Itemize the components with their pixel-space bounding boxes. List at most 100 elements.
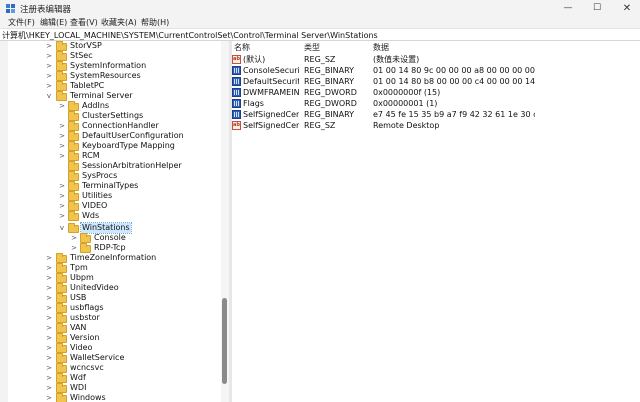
chevron-down-icon[interactable]: v bbox=[58, 223, 66, 233]
chevron-right-icon[interactable]: > bbox=[70, 243, 78, 253]
tree-item-systemresources[interactable]: > SystemResources bbox=[8, 71, 221, 81]
tree-item-windows[interactable]: > Windows bbox=[8, 393, 221, 402]
chevron-right-icon[interactable]: > bbox=[58, 201, 66, 211]
chevron-right-icon[interactable]: > bbox=[45, 61, 53, 71]
tree-item-video[interactable]: > Video bbox=[8, 343, 221, 353]
value-row[interactable]: ab SelfSignedCert... REG_SZ Remote Deskt… bbox=[232, 120, 640, 131]
maximize-button[interactable]: ☐ bbox=[582, 0, 612, 17]
tree-item-connectionhandler[interactable]: > ConnectionHandler bbox=[8, 121, 221, 131]
menu-file[interactable]: 文件(F) bbox=[8, 17, 35, 28]
tree-item-label[interactable]: USB bbox=[69, 293, 87, 303]
menu-help[interactable]: 帮助(H) bbox=[141, 17, 169, 28]
tree-item-tpm[interactable]: > Tpm bbox=[8, 263, 221, 273]
tree-item-label[interactable]: Ubpm bbox=[69, 273, 95, 283]
tree-item-label[interactable]: TerminalTypes bbox=[81, 181, 139, 191]
tree-item-label[interactable]: wcncsvc bbox=[69, 363, 105, 373]
tree-item-label[interactable]: Video bbox=[69, 343, 93, 353]
tree-item-label[interactable]: WalletService bbox=[69, 353, 125, 363]
chevron-right-icon[interactable]: > bbox=[58, 181, 66, 191]
tree-item-label[interactable]: KeyboardType Mapping bbox=[81, 141, 176, 151]
chevron-right-icon[interactable]: > bbox=[45, 383, 53, 393]
tree-item-wdf[interactable]: > Wdf bbox=[8, 373, 221, 383]
tree-item-timezoneinformation[interactable]: > TimeZoneInformation bbox=[8, 253, 221, 263]
tree-item-stsec[interactable]: > StSec bbox=[8, 51, 221, 61]
chevron-down-icon[interactable]: v bbox=[45, 91, 53, 101]
tree-item-tabletpc[interactable]: > TabletPC bbox=[8, 81, 221, 91]
tree-item-label[interactable]: StSec bbox=[69, 51, 94, 61]
tree-item-terminal-server[interactable]: v Terminal Server bbox=[8, 91, 221, 101]
chevron-right-icon[interactable]: > bbox=[45, 353, 53, 363]
chevron-right-icon[interactable]: > bbox=[45, 253, 53, 263]
tree-item-label[interactable]: Terminal Server bbox=[69, 91, 134, 101]
chevron-right-icon[interactable]: > bbox=[45, 363, 53, 373]
tree-item-wcncsvc[interactable]: > wcncsvc bbox=[8, 363, 221, 373]
chevron-right-icon[interactable]: > bbox=[45, 373, 53, 383]
value-row[interactable]: ConsoleSecurity REG_BINARY 01 00 14 80 9… bbox=[232, 65, 640, 76]
values-list[interactable]: 名称 类型 数据 ab (默认) REG_SZ (数值未设置) ConsoleS… bbox=[232, 41, 640, 402]
address-bar[interactable]: 计算机\HKEY_LOCAL_MACHINE\SYSTEM\CurrentCon… bbox=[0, 28, 640, 41]
tree-item-label[interactable]: WDI bbox=[69, 383, 87, 393]
chevron-right-icon[interactable]: > bbox=[45, 303, 53, 313]
tree-item-defaultuserconfiguration[interactable]: > DefaultUserConfiguration bbox=[8, 131, 221, 141]
chevron-right-icon[interactable]: > bbox=[45, 313, 53, 323]
tree-item-label[interactable]: WinStations bbox=[80, 222, 132, 234]
chevron-right-icon[interactable]: > bbox=[58, 191, 66, 201]
tree-item-sessionarbitrationhelper[interactable]: SessionArbitrationHelper bbox=[8, 161, 221, 171]
tree-item-label[interactable]: SystemInformation bbox=[69, 61, 147, 71]
tree-item-label[interactable]: StorVSP bbox=[69, 41, 103, 51]
tree-item-addins[interactable]: > AddIns bbox=[8, 101, 221, 111]
tree-item-label[interactable]: VAN bbox=[69, 323, 87, 333]
tree-item-unitedvideo[interactable]: > UnitedVideo bbox=[8, 283, 221, 293]
chevron-right-icon[interactable]: > bbox=[58, 121, 66, 131]
tree-scrollbar-thumb[interactable] bbox=[222, 298, 227, 384]
tree-item-label[interactable]: VIDEO bbox=[81, 201, 108, 211]
chevron-right-icon[interactable]: > bbox=[58, 151, 66, 161]
tree-item-winstations[interactable]: v WinStations bbox=[8, 222, 221, 234]
tree-item-label[interactable]: Wds bbox=[81, 211, 100, 221]
tree-item-usbflags[interactable]: > usbflags bbox=[8, 303, 221, 313]
tree-item-version[interactable]: > Version bbox=[8, 333, 221, 343]
registry-tree[interactable]: > StorVSP > StSec > SystemInformation > Syst… bbox=[8, 41, 229, 402]
tree-item-usbstor[interactable]: > usbstor bbox=[8, 313, 221, 323]
tree-item-label[interactable]: ClusterSettings bbox=[81, 111, 144, 121]
tree-item-label[interactable]: TimeZoneInformation bbox=[69, 253, 157, 263]
tree-item-systeminformation[interactable]: > SystemInformation bbox=[8, 61, 221, 71]
chevron-right-icon[interactable]: > bbox=[45, 343, 53, 353]
tree-item-label[interactable]: Wdf bbox=[69, 373, 87, 383]
tree-item-sysprocs[interactable]: SysProcs bbox=[8, 171, 221, 181]
tree-item-rdp-tcp[interactable]: > RDP-Tcp bbox=[8, 243, 221, 253]
tree-item-keyboardtype-mapping[interactable]: > KeyboardType Mapping bbox=[8, 141, 221, 151]
menu-edit[interactable]: 编辑(E) bbox=[40, 17, 67, 28]
tree-item-label[interactable]: SessionArbitrationHelper bbox=[81, 161, 183, 171]
tree-item-walletservice[interactable]: > WalletService bbox=[8, 353, 221, 363]
chevron-right-icon[interactable]: > bbox=[70, 233, 78, 243]
chevron-right-icon[interactable]: > bbox=[45, 81, 53, 91]
chevron-right-icon[interactable]: > bbox=[45, 293, 53, 303]
value-row[interactable]: Flags REG_DWORD 0x00000001 (1) bbox=[232, 98, 640, 109]
tree-item-wdi[interactable]: > WDI bbox=[8, 383, 221, 393]
tree-item-label[interactable]: DefaultUserConfiguration bbox=[81, 131, 185, 141]
chevron-right-icon[interactable]: > bbox=[45, 51, 53, 61]
value-row[interactable]: SelfSignedCerti... REG_BINARY e7 45 fe 1… bbox=[232, 109, 640, 120]
tree-item-label[interactable]: AddIns bbox=[81, 101, 110, 111]
tree-item-label[interactable]: Version bbox=[69, 333, 100, 343]
chevron-right-icon[interactable]: > bbox=[45, 263, 53, 273]
tree-item-label[interactable]: UnitedVideo bbox=[69, 283, 120, 293]
value-row[interactable]: ab (默认) REG_SZ (数值未设置) bbox=[232, 54, 640, 65]
tree-item-wds[interactable]: > Wds bbox=[8, 211, 221, 221]
close-button[interactable]: ✕ bbox=[612, 0, 640, 17]
tree-item-label[interactable]: SysProcs bbox=[81, 171, 118, 181]
tree-item-ubpm[interactable]: > Ubpm bbox=[8, 273, 221, 283]
address-path[interactable]: 计算机\HKEY_LOCAL_MACHINE\SYSTEM\CurrentCon… bbox=[2, 30, 378, 41]
tree-item-label[interactable]: usbstor bbox=[69, 313, 101, 323]
chevron-right-icon[interactable]: > bbox=[45, 283, 53, 293]
value-row[interactable]: DefaultSecurity REG_BINARY 01 00 14 80 b… bbox=[232, 76, 640, 87]
column-header-data[interactable]: 数据 bbox=[373, 43, 389, 53]
chevron-right-icon[interactable]: > bbox=[58, 211, 66, 221]
tree-item-label[interactable]: SystemResources bbox=[69, 71, 142, 81]
value-row[interactable]: DWMFRAMEIN... REG_DWORD 0x0000000f (15) bbox=[232, 87, 640, 98]
column-header-name[interactable]: 名称 bbox=[234, 43, 250, 53]
tree-item-label[interactable]: TabletPC bbox=[69, 81, 105, 91]
menu-view[interactable]: 查看(V) bbox=[70, 17, 98, 28]
tree-item-utilities[interactable]: > Utilities bbox=[8, 191, 221, 201]
